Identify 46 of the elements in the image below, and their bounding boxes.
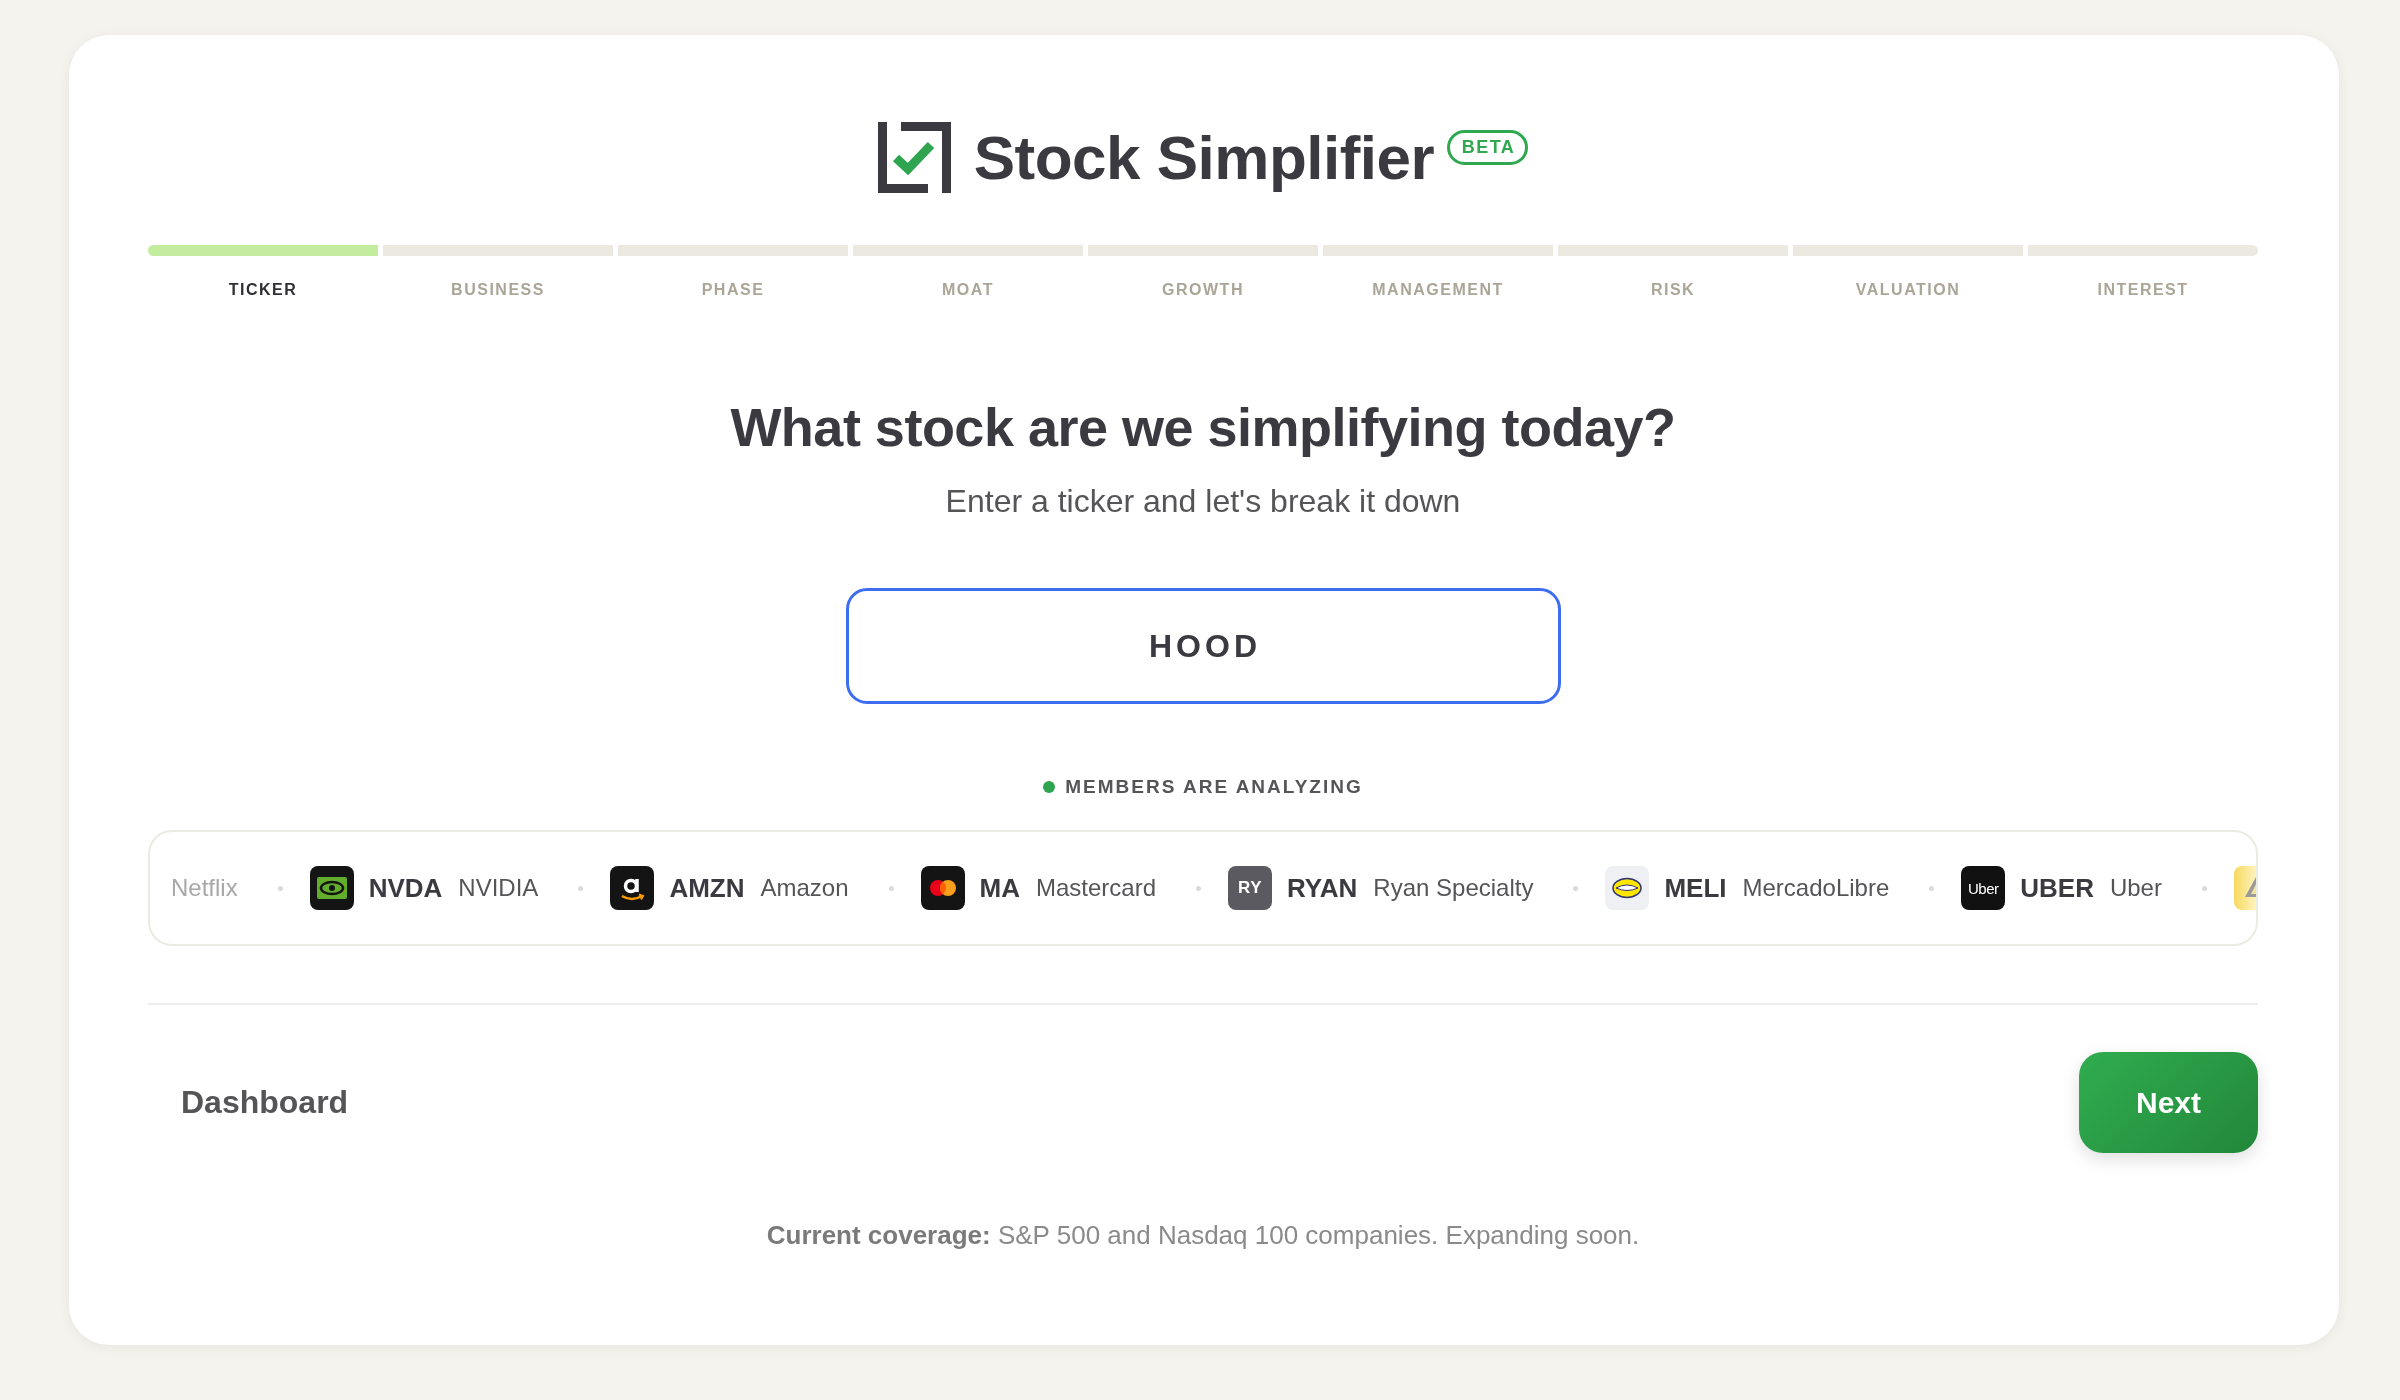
checkbox-logo-icon	[877, 122, 951, 193]
oval-logo-icon	[1605, 866, 1650, 910]
step-label: MANAGEMENT	[1372, 280, 1504, 300]
ticker-symbol: UBER	[2020, 872, 2094, 904]
page-subheading: Enter a ticker and let's break it down	[945, 482, 1461, 520]
separator-dot-icon	[1929, 885, 1935, 891]
separator-dot-icon	[578, 885, 584, 891]
step-label: TICKER	[228, 280, 298, 300]
ticker-symbol: AMZN	[669, 872, 745, 904]
separator-dot-icon	[2201, 885, 2207, 891]
page-heading: What stock are we simplifying today?	[730, 396, 1676, 459]
step-label: PHASE	[701, 280, 765, 300]
company-name: Amazon	[760, 874, 849, 902]
activity-label: MEMBERS ARE ANALYZING	[1065, 775, 1363, 799]
triangle-logo-icon	[2233, 866, 2256, 910]
circles-logo-icon	[920, 866, 965, 910]
separator-dot-icon	[1196, 885, 1201, 891]
next-button[interactable]: Next	[2079, 1052, 2258, 1153]
company-name: Uber	[2109, 874, 2162, 902]
ticker-symbol: NVDA	[368, 872, 443, 904]
step-label: GROWTH	[1162, 280, 1244, 300]
initials-logo: RY	[1228, 866, 1272, 910]
app-title: Stock Simplifier	[973, 122, 1435, 193]
ticker-symbol: MA	[979, 872, 1020, 904]
company-name: Ryan Specialty	[1373, 874, 1534, 902]
company-name: Mastercard	[1035, 874, 1156, 902]
separator-dot-icon	[1573, 885, 1579, 891]
company-name: NVIDIA	[458, 874, 539, 902]
company-name: Netflix	[171, 874, 238, 902]
step-label: INTEREST	[2097, 280, 2189, 300]
ticker-symbol: MELI	[1664, 872, 1727, 904]
company-name: MercadoLibre	[1742, 874, 1890, 902]
step-label: BUSINESS	[451, 280, 545, 300]
separator-dot-icon	[888, 885, 894, 891]
step-label: RISK	[1650, 280, 1696, 300]
ticker-input[interactable]: HOOD	[845, 588, 1561, 704]
step-label: VALUATION	[1855, 280, 1961, 300]
dashboard-link[interactable]: Dashboard	[181, 1084, 349, 1121]
beta-badge: BETA	[1447, 130, 1529, 165]
wordmark-logo: Uber	[1961, 866, 2006, 910]
eye-logo-icon	[309, 866, 354, 910]
step-label: MOAT	[942, 280, 994, 300]
ticker-symbol: RYAN	[1287, 872, 1358, 904]
smile-logo-icon	[610, 866, 655, 910]
separator-dot-icon	[277, 885, 283, 891]
coverage-note: Current coverage: S&P 500 and Nasdaq 100 companies. Expanding soon.	[766, 1219, 1640, 1251]
